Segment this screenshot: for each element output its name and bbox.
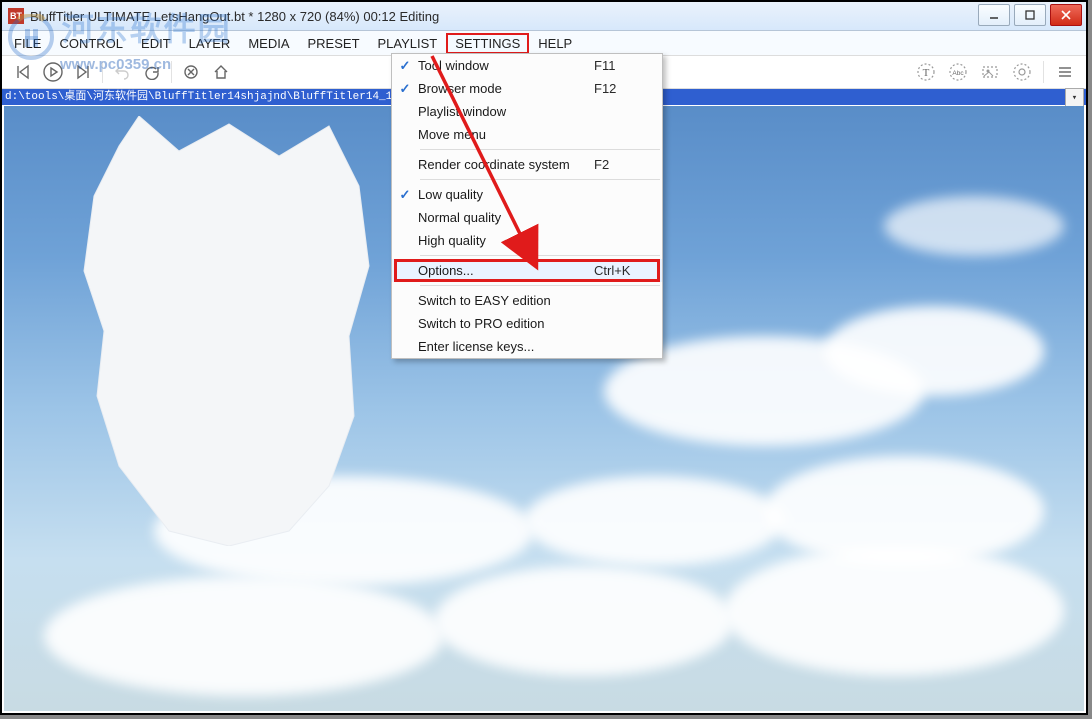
menu-preset[interactable]: PRESET — [300, 34, 368, 53]
menu-file[interactable]: FILE — [6, 34, 49, 53]
toolbar-separator — [1043, 61, 1044, 83]
menu-item-label: Switch to PRO edition — [418, 316, 594, 331]
menu-item-browser-mode[interactable]: ✓Browser modeF12 — [392, 77, 662, 100]
menu-item-label: Browser mode — [418, 81, 594, 96]
settings-menu: ✓Tool windowF11✓Browser modeF12Playlist … — [391, 53, 663, 359]
menu-item-playlist-window[interactable]: Playlist window — [392, 100, 662, 123]
svg-text:T: T — [923, 67, 930, 79]
toolbar-separator — [102, 61, 103, 83]
menu-item-shortcut: F2 — [594, 157, 662, 172]
menu-item-shortcut: Ctrl+K — [594, 263, 662, 278]
menu-layer[interactable]: LAYER — [181, 34, 239, 53]
settings-tool-icon[interactable] — [1007, 58, 1037, 86]
menu-item-switch-to-pro-edition[interactable]: Switch to PRO edition — [392, 312, 662, 335]
cancel-button[interactable] — [176, 58, 206, 86]
forward-end-button[interactable] — [68, 58, 98, 86]
menu-separator — [420, 255, 660, 256]
menu-item-label: Render coordinate system — [418, 157, 594, 172]
app-icon: BT — [8, 8, 24, 24]
toolbar-separator — [171, 61, 172, 83]
text-tool-icon[interactable]: T — [911, 58, 941, 86]
menu-separator — [420, 285, 660, 286]
menu-item-label: Tool window — [418, 58, 594, 73]
image-tool-icon[interactable] — [975, 58, 1005, 86]
svg-text:Abc: Abc — [952, 70, 964, 77]
play-button[interactable] — [38, 58, 68, 86]
menu-item-label: Enter license keys... — [418, 339, 594, 354]
menu-settings[interactable]: SETTINGS — [447, 34, 528, 53]
redo-button[interactable] — [137, 58, 167, 86]
path-text: d:\tools\桌面\河东软件园\BluffTitler14shjajnd\B… — [5, 91, 405, 103]
menu-item-switch-to-easy-edition[interactable]: Switch to EASY edition — [392, 289, 662, 312]
minimize-button[interactable] — [978, 4, 1010, 26]
menu-item-low-quality[interactable]: ✓Low quality — [392, 183, 662, 206]
abc-tool-icon[interactable]: Abc — [943, 58, 973, 86]
menu-media[interactable]: MEDIA — [240, 34, 297, 53]
menu-item-high-quality[interactable]: High quality — [392, 229, 662, 252]
titlebar: BT BluffTitler ULTIMATE LetsHangOut.bt *… — [2, 2, 1086, 31]
rewind-button[interactable] — [8, 58, 38, 86]
menu-separator — [420, 149, 660, 150]
menu-item-tool-window[interactable]: ✓Tool windowF11 — [392, 54, 662, 77]
menu-control[interactable]: CONTROL — [51, 34, 131, 53]
menu-item-label: Low quality — [418, 187, 594, 202]
menu-item-label: High quality — [418, 233, 594, 248]
window-title: BluffTitler ULTIMATE LetsHangOut.bt * 12… — [30, 9, 439, 24]
check-icon: ✓ — [392, 58, 418, 74]
menu-item-move-menu[interactable]: Move menu — [392, 123, 662, 146]
menu-item-render-coordinate-system[interactable]: Render coordinate systemF2 — [392, 153, 662, 176]
menu-separator — [420, 179, 660, 180]
home-button[interactable] — [206, 58, 236, 86]
menu-item-shortcut: F12 — [594, 81, 662, 96]
toolbar-right-group: T Abc — [911, 58, 1080, 86]
window-controls — [978, 2, 1082, 26]
app-window: BT BluffTitler ULTIMATE LetsHangOut.bt *… — [0, 0, 1088, 715]
menu-item-label: Normal quality — [418, 210, 594, 225]
menu-item-normal-quality[interactable]: Normal quality — [392, 206, 662, 229]
menu-help[interactable]: HELP — [530, 34, 580, 53]
menu-item-enter-license-keys[interactable]: Enter license keys... — [392, 335, 662, 358]
maximize-button[interactable] — [1014, 4, 1046, 26]
menu-edit[interactable]: EDIT — [133, 34, 179, 53]
menu-item-label: Options... — [418, 263, 594, 278]
menu-item-label: Playlist window — [418, 104, 594, 119]
foreground-shape — [79, 116, 379, 546]
undo-button[interactable] — [107, 58, 137, 86]
menu-playlist[interactable]: PLAYLIST — [370, 34, 446, 53]
path-dropdown-icon[interactable]: ▾ — [1065, 88, 1084, 107]
close-button[interactable] — [1050, 4, 1082, 26]
menu-item-options[interactable]: Options...Ctrl+K — [392, 259, 662, 282]
menu-item-label: Switch to EASY edition — [418, 293, 594, 308]
check-icon: ✓ — [392, 81, 418, 97]
menu-toggle-icon[interactable] — [1050, 58, 1080, 86]
menu-item-shortcut: F11 — [594, 58, 662, 73]
check-icon: ✓ — [392, 187, 418, 203]
menu-item-label: Move menu — [418, 127, 594, 142]
